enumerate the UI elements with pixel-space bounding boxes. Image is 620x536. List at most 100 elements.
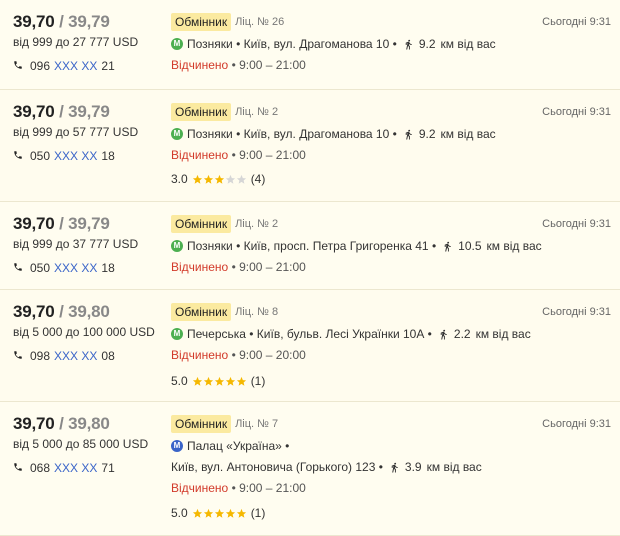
rating-score: 5.0 [171, 374, 188, 388]
star-filled-icon [203, 174, 213, 184]
offer-details: Обмінник Ліц. № 2 Сьогодні 9:31 М Позняки • … [171, 102, 611, 163]
updated-time: Сьогодні 9:31 [542, 306, 611, 318]
updated-time: Сьогодні 9:31 [542, 418, 611, 430]
open-status: Відчинено [171, 481, 229, 495]
address[interactable]: Позняки • Київ, вул. Драгоманова 10 • [187, 36, 397, 52]
metro-green-icon: М [171, 328, 183, 340]
distance-value: 2.2 [453, 327, 471, 341]
distance: 2.2 км від вас [454, 326, 531, 342]
amount-range: від 5 000 до 100 000 USD [13, 325, 155, 339]
buy-rate: 39,70 [13, 214, 55, 233]
license-number: Ліц. № 2 [235, 218, 279, 230]
amount-range: від 999 до 27 777 USD [13, 35, 139, 49]
offer-rates: 39,70 / 39,79 від 999 до 27 777 USD 096 XXX… [13, 12, 163, 73]
open-status: Відчинено [171, 348, 229, 362]
rating-score: 5.0 [171, 506, 188, 520]
updated-time: Сьогодні 9:31 [542, 16, 611, 28]
license-number: Ліц. № 2 [235, 106, 279, 118]
metro-green-icon: М [171, 240, 183, 252]
star-filled-icon [225, 508, 235, 518]
offer-card[interactable]: 39,70 / 39,80 від 5 000 до 100 000 USD 098… [0, 290, 620, 402]
rating[interactable]: 5.0 (1) [171, 506, 265, 520]
address-street[interactable]: Київ, вул. Антоновича (Горького) 123 • [171, 459, 383, 475]
metro-green-icon: М [171, 128, 183, 140]
rate: 39,70 / 39,79 [13, 102, 163, 122]
phone-reveal-link[interactable]: XXX XX [54, 461, 97, 475]
phone-number[interactable]: 050 XXX XX 18 [13, 149, 163, 163]
rating[interactable]: 3.0 (4) [171, 172, 265, 186]
license-number: Ліц. № 8 [235, 306, 279, 318]
offer-card[interactable]: 39,70 / 39,79 від 999 до 27 777 USD 096 XXX… [0, 0, 620, 90]
exchange-badge: Обмінник [171, 415, 232, 433]
phone-prefix: 050 [30, 149, 51, 163]
offer-card[interactable]: 39,70 / 39,79 від 999 до 37 777 USD 050 XXX… [0, 202, 620, 290]
rating-count: (1) [250, 374, 266, 388]
phone-number[interactable]: 050 XXX XX 18 [13, 261, 163, 275]
phone-prefix: 098 [30, 349, 51, 363]
star-empty-icon [225, 174, 235, 184]
distance-value: 9.2 [418, 37, 436, 51]
phone-prefix: 068 [30, 461, 51, 475]
rating-stars [192, 376, 247, 387]
exchange-badge: Обмінник [171, 215, 232, 233]
working-hours: • 9:00 – 21:00 [231, 148, 306, 162]
license-number: Ліц. № 7 [235, 418, 279, 430]
address[interactable]: Позняки • Київ, просп. Петра Григоренка … [187, 238, 436, 254]
exchange-badge: Обмінник [171, 103, 232, 121]
phone-suffix: 18 [101, 149, 115, 163]
offer-card[interactable]: 39,70 / 39,79 від 999 до 57 777 USD 050 XXX… [0, 90, 620, 202]
walking-icon [403, 38, 414, 51]
rate: 39,70 / 39,79 [13, 12, 163, 32]
rating[interactable]: 5.0 (1) [171, 374, 265, 388]
phone-icon [13, 59, 30, 73]
phone-number[interactable]: 068 XXX XX 71 [13, 461, 163, 475]
offer-details: Обмінник Ліц. № 8 Сьогодні 9:31 М Печерська … [171, 302, 611, 363]
rate: 39,70 / 39,80 [13, 302, 163, 322]
phone-reveal-link[interactable]: XXX XX [54, 149, 97, 163]
star-filled-icon [214, 376, 224, 386]
phone-prefix: 050 [30, 261, 51, 275]
amount-range: від 999 до 37 777 USD [13, 237, 139, 251]
buy-rate: 39,70 [13, 102, 55, 121]
phone-reveal-link[interactable]: XXX XX [54, 59, 97, 73]
distance-value: 3.9 [404, 460, 422, 474]
rate-separator: / [59, 214, 64, 233]
distance-value: 10.5 [458, 239, 482, 253]
rating-stars [192, 508, 247, 519]
phone-reveal-link[interactable]: XXX XX [54, 261, 97, 275]
rating-stars [192, 174, 247, 185]
rate-separator: / [59, 302, 64, 321]
phone-number[interactable]: 096 XXX XX 21 [13, 59, 163, 73]
address[interactable]: Позняки • Київ, вул. Драгоманова 10 • [187, 126, 397, 142]
star-filled-icon [236, 376, 246, 386]
offer-rates: 39,70 / 39,79 від 999 до 37 777 USD 050 XXX… [13, 214, 163, 275]
rating-count: (4) [250, 172, 266, 186]
rating-count: (1) [250, 506, 266, 520]
offer-rates: 39,70 / 39,79 від 999 до 57 777 USD 050 XXX… [13, 102, 163, 163]
offer-list: 39,70 / 39,79 від 999 до 27 777 USD 096 XXX… [0, 0, 620, 536]
star-empty-icon [236, 174, 246, 184]
buy-rate: 39,70 [13, 302, 55, 321]
distance-unit: км від вас [426, 460, 482, 474]
star-filled-icon [236, 508, 246, 518]
rate-separator: / [59, 102, 64, 121]
address[interactable]: Печерська • Київ, бульв. Лесі Українки 1… [187, 326, 432, 342]
star-filled-icon [203, 508, 213, 518]
phone-prefix: 096 [30, 59, 51, 73]
phone-icon [13, 149, 30, 163]
star-filled-icon [192, 508, 202, 518]
phone-reveal-link[interactable]: XXX XX [54, 349, 97, 363]
address[interactable]: Палац «Україна» • [187, 438, 289, 454]
phone-number[interactable]: 098 XXX XX 08 [13, 349, 163, 363]
sell-rate: 39,80 [68, 414, 110, 433]
rate: 39,70 / 39,79 [13, 214, 163, 234]
working-hours: • 9:00 – 21:00 [231, 58, 306, 72]
offer-rates: 39,70 / 39,80 від 5 000 до 85 000 USD 068 X… [13, 414, 163, 475]
distance-unit: км від вас [475, 327, 531, 341]
star-filled-icon [214, 508, 224, 518]
sell-rate: 39,79 [68, 12, 110, 31]
sell-rate: 39,79 [68, 214, 110, 233]
walking-icon [438, 328, 449, 341]
amount-range: від 5 000 до 85 000 USD [13, 437, 149, 451]
offer-card[interactable]: 39,70 / 39,80 від 5 000 до 85 000 USD 068 X… [0, 402, 620, 536]
